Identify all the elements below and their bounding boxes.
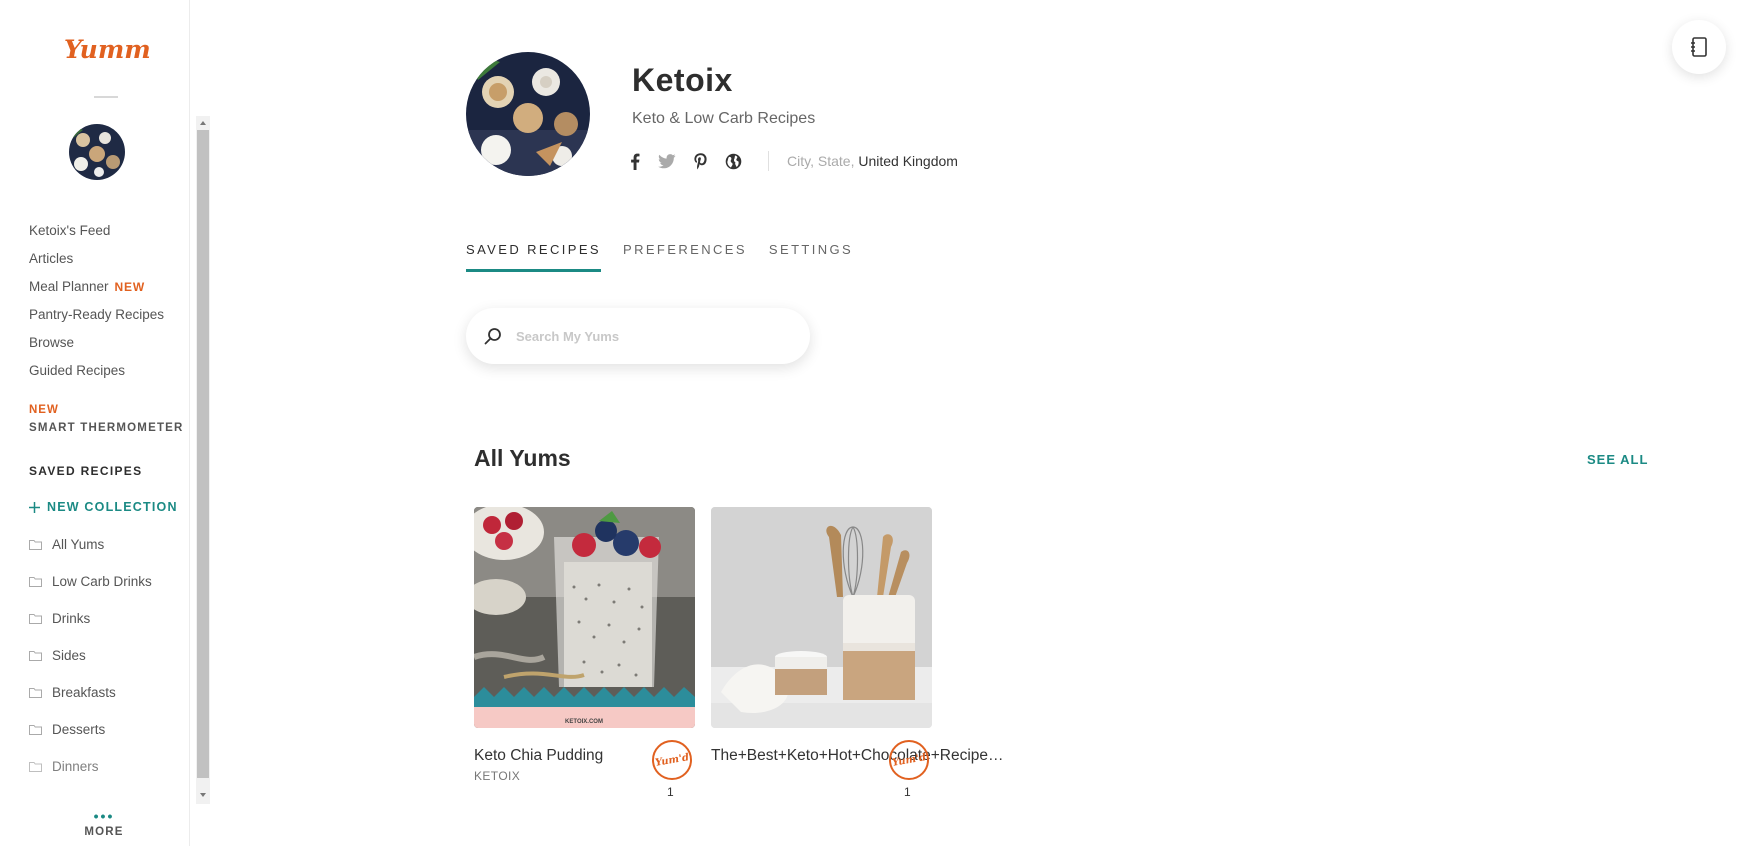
nav-guided-label: Guided Recipes xyxy=(29,363,126,378)
profile-avatar[interactable] xyxy=(466,52,590,176)
yum-button[interactable]: Yum'd xyxy=(652,740,692,780)
yum-button[interactable]: Yum'd xyxy=(889,740,929,780)
location-country: United Kingdom xyxy=(858,153,958,169)
yummly-logo[interactable]: Yummly xyxy=(62,34,176,70)
logo-divider xyxy=(94,96,118,98)
new-badge: NEW xyxy=(114,280,145,294)
yum-label: Yum'd xyxy=(891,751,927,769)
collection-sides[interactable]: Sides xyxy=(29,648,86,663)
collection-all-yums[interactable]: All Yums xyxy=(29,537,104,552)
collection-label: Sides xyxy=(52,648,86,663)
yum-count: 1 xyxy=(904,785,911,799)
folder-icon xyxy=(29,577,42,587)
yum-count: 1 xyxy=(667,785,674,799)
folder-icon xyxy=(29,762,42,772)
promo-new-badge: NEW xyxy=(29,404,59,416)
collection-label: Low Carb Drinks xyxy=(52,574,152,589)
folder-icon xyxy=(29,651,42,661)
folder-icon xyxy=(29,540,42,550)
profile-name: Ketoix xyxy=(632,62,733,98)
sidebar-avatar[interactable] xyxy=(69,124,125,180)
recipe-card[interactable]: The+Best+Keto+Hot+Chocolate+Recipe… Yum'… xyxy=(711,507,1004,799)
globe-icon[interactable] xyxy=(725,153,742,170)
yum-label: Yum'd xyxy=(654,751,690,769)
nav-meal-planner-label: Meal Planner xyxy=(29,279,109,294)
collection-label: Drinks xyxy=(52,611,91,626)
scroll-up-arrow-icon[interactable] xyxy=(198,118,208,128)
collection-dinners[interactable]: Dinners xyxy=(29,759,99,774)
list-book-icon xyxy=(1691,37,1707,57)
sidebar-scrollbar-thumb[interactable] xyxy=(197,130,209,778)
nav-articles-label: Articles xyxy=(29,251,74,266)
collection-label: Dinners xyxy=(52,759,99,774)
more-dots-icon: ••• xyxy=(93,808,115,824)
smart-thermometer-link[interactable]: SMART THERMOMETER xyxy=(29,422,184,434)
plus-icon xyxy=(29,501,40,513)
pinterest-icon[interactable] xyxy=(694,152,707,170)
new-collection-button[interactable]: NEW COLLECTION xyxy=(29,500,178,514)
folder-icon xyxy=(29,614,42,624)
nav-feed[interactable]: Ketoix's Feed xyxy=(29,223,110,238)
folder-icon xyxy=(29,725,42,735)
new-collection-label: NEW COLLECTION xyxy=(47,500,178,514)
shopping-list-button[interactable] xyxy=(1672,20,1726,74)
recipe-card[interactable]: KETOIX.COM Keto Chia Pudding KETOIX Yum'… xyxy=(474,507,695,799)
nav-feed-label: Ketoix's Feed xyxy=(29,223,111,238)
recipe-image[interactable]: KETOIX.COM xyxy=(474,507,695,728)
collection-label: Breakfasts xyxy=(52,685,116,700)
collection-label: Desserts xyxy=(52,722,106,737)
nav-browse-label: Browse xyxy=(29,335,75,350)
nav-browse[interactable]: Browse xyxy=(29,335,74,350)
tab-settings[interactable]: SETTINGS xyxy=(769,242,853,272)
collection-desserts[interactable]: Desserts xyxy=(29,722,105,737)
collection-low-carb-drinks[interactable]: Low Carb Drinks xyxy=(29,574,152,589)
twitter-icon[interactable] xyxy=(658,153,676,169)
nav-pantry-label: Pantry-Ready Recipes xyxy=(29,307,165,322)
tab-saved-recipes[interactable]: SAVED RECIPES xyxy=(466,242,601,272)
recipe-image[interactable] xyxy=(711,507,932,728)
search-icon xyxy=(484,328,501,345)
folder-icon xyxy=(29,688,42,698)
more-button[interactable]: ••• MORE xyxy=(84,808,124,838)
social-separator xyxy=(768,151,769,171)
profile-tabs: SAVED RECIPES PREFERENCES SETTINGS xyxy=(466,242,853,272)
scroll-down-arrow-icon[interactable] xyxy=(198,790,208,800)
social-links: City, State, United Kingdom xyxy=(630,150,958,172)
recipe-author[interactable]: KETOIX xyxy=(474,769,520,783)
nav-meal-planner[interactable]: Meal Planner NEW xyxy=(29,279,145,294)
profile-subtitle: Keto & Low Carb Recipes xyxy=(632,110,816,127)
recipe-title[interactable]: Keto Chia Pudding xyxy=(474,743,632,769)
recipe-image-watermark: KETOIX.COM xyxy=(565,719,603,725)
tab-preferences[interactable]: PREFERENCES xyxy=(623,242,747,272)
search-input[interactable] xyxy=(514,327,778,345)
more-label: MORE xyxy=(84,826,124,838)
location-city: City xyxy=(787,153,811,169)
facebook-icon[interactable] xyxy=(630,153,640,170)
recipe-title[interactable]: The+Best+Keto+Hot+Chocolate+Recipe… xyxy=(711,743,1004,769)
nav-guided-recipes[interactable]: Guided Recipes xyxy=(29,363,125,378)
profile-location: City, State, United Kingdom xyxy=(787,153,958,169)
svg-text:Yummly: Yummly xyxy=(64,35,150,64)
saved-recipes-header: SAVED RECIPES xyxy=(29,464,143,478)
collection-label: All Yums xyxy=(52,537,105,552)
sidebar: Yummly Ketoix's Feed Articles Meal Plann… xyxy=(0,0,190,846)
nav-pantry-ready[interactable]: Pantry-Ready Recipes xyxy=(29,307,164,322)
collection-breakfasts[interactable]: Breakfasts xyxy=(29,685,116,700)
section-title: All Yums xyxy=(474,445,571,471)
location-state: State xyxy=(817,153,851,169)
nav-articles[interactable]: Articles xyxy=(29,251,73,266)
search-bar[interactable] xyxy=(466,308,810,364)
see-all-link[interactable]: SEE ALL xyxy=(1587,452,1648,467)
collection-drinks[interactable]: Drinks xyxy=(29,611,90,626)
